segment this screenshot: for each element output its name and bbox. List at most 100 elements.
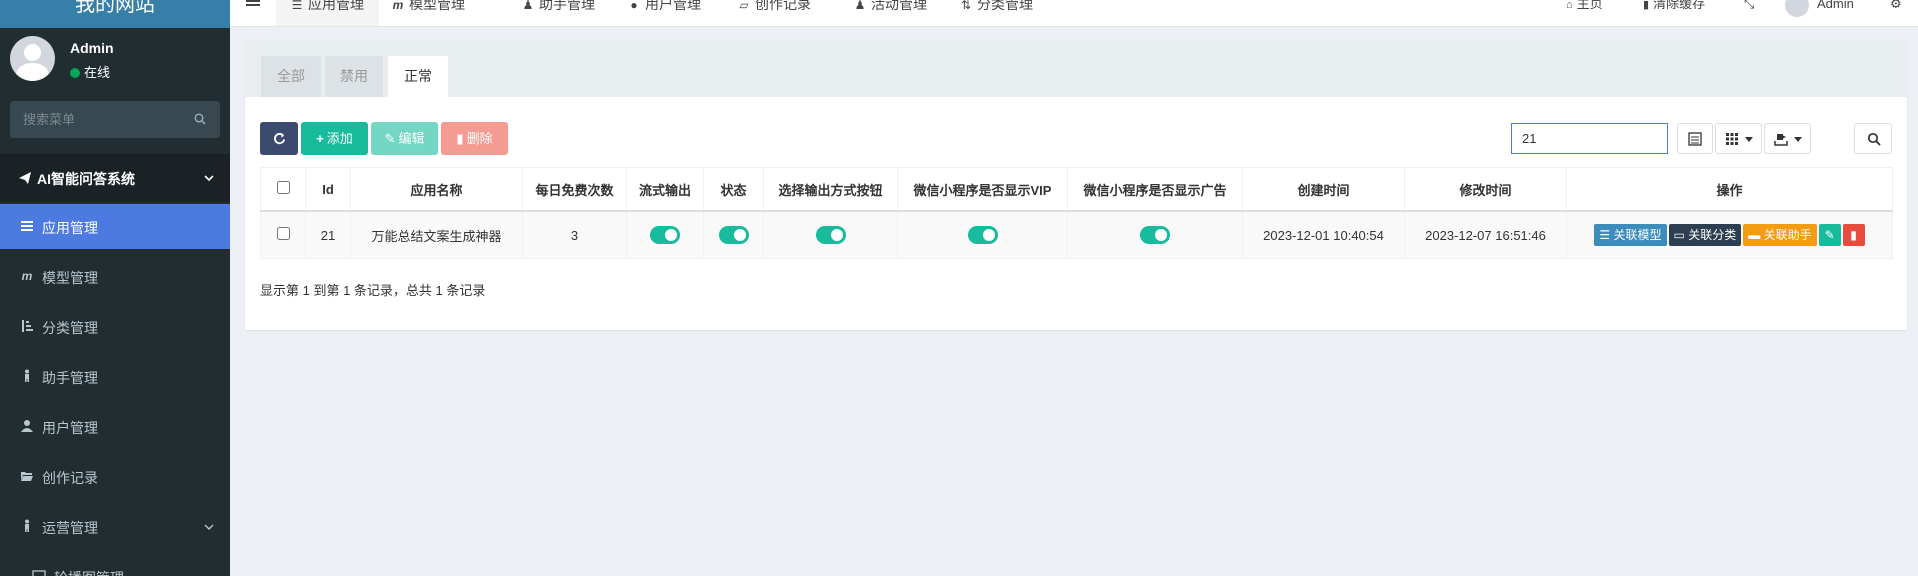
tab-creation-records[interactable]: ▱ 创作记录 xyxy=(726,0,823,26)
grid-icon xyxy=(1726,133,1738,145)
toggle-view-button[interactable] xyxy=(1677,123,1713,154)
user-icon: ● xyxy=(630,0,638,12)
sidebar-item-creation-records[interactable]: 创作记录 xyxy=(0,454,230,499)
output-button-toggle[interactable] xyxy=(815,226,846,244)
person-icon xyxy=(25,519,29,532)
fullscreen-icon[interactable]: ⤡ xyxy=(1744,0,1754,16)
image-icon xyxy=(32,570,46,576)
related-assistant-button[interactable]: ▬ 关联助手 xyxy=(1743,224,1817,246)
filter-tab-all[interactable]: 全部 xyxy=(261,56,321,97)
select-all-checkbox[interactable] xyxy=(276,181,290,194)
related-model-button[interactable]: ☰ 关联模型 xyxy=(1594,224,1667,246)
cell-updated: 2023-12-07 16:51:46 xyxy=(1404,210,1567,259)
search-icon xyxy=(1867,132,1881,146)
content-panel: 全部 禁用 正常 +添加 ✎编辑 ▮删除 Id 应用名称 每日免费次数 xyxy=(245,41,1907,330)
table-view-icon xyxy=(1688,132,1702,146)
status-toggle[interactable] xyxy=(718,226,749,244)
sidebar-search xyxy=(10,101,220,138)
row-edit-button[interactable]: ✎ xyxy=(1818,224,1841,246)
column-header-status[interactable]: 状态 xyxy=(703,167,764,212)
edit-button[interactable]: ✎ 编辑 xyxy=(371,122,438,155)
sidebar-item-model-management[interactable]: m 模型管理 xyxy=(0,254,230,299)
column-header-id[interactable]: Id xyxy=(305,167,351,212)
cell-stream xyxy=(626,210,704,259)
tab-assistant-management[interactable]: ♟ 助手管理 xyxy=(510,0,607,26)
top-navbar: ☰ 应用管理 m 模型管理 ♟ 助手管理 ● 用户管理 ▱ 创作记录 ♟ 活动管理 ⇅ 分类管… xyxy=(230,0,1918,27)
user-name: Admin xyxy=(70,40,114,56)
hamburger-icon[interactable] xyxy=(246,0,260,12)
cell-id: 21 xyxy=(305,210,351,259)
tab-user-management[interactable]: ● 用户管理 xyxy=(616,0,713,26)
export-dropdown-button[interactable] xyxy=(1764,123,1811,154)
cell-actions: ☰ 关联模型 ▭ 关联分类 ▬ 关联助手 ✎ ▮ xyxy=(1566,210,1893,259)
list-icon xyxy=(21,221,33,231)
cell-status xyxy=(703,210,764,259)
column-header-stream[interactable]: 流式输出 xyxy=(626,167,704,212)
column-header-actions: 操作 xyxy=(1566,167,1893,212)
search-icon[interactable] xyxy=(194,113,206,125)
filter-tabbar: 全部 禁用 正常 xyxy=(245,41,1907,97)
tab-model-management[interactable]: m 模型管理 xyxy=(380,0,477,26)
gear-icon[interactable]: ⚙ xyxy=(1890,0,1902,16)
column-header-created[interactable]: 创建时间 xyxy=(1242,167,1405,212)
sort-icon xyxy=(22,320,33,332)
trash-icon: ▮ xyxy=(1643,0,1650,11)
caret-down-icon xyxy=(1745,137,1753,142)
cell-output-button xyxy=(763,210,898,259)
stream-toggle[interactable] xyxy=(650,226,680,244)
clear-cache-button[interactable]: ▮ 清除缓存 xyxy=(1643,0,1705,17)
tab-activity-management[interactable]: ♟ 活动管理 xyxy=(842,0,939,26)
site-logo[interactable]: 我的网站 xyxy=(0,0,230,28)
row-checkbox[interactable] xyxy=(276,227,290,240)
columns-dropdown-button[interactable] xyxy=(1715,123,1762,154)
list-icon: ☰ xyxy=(1599,228,1611,242)
sidebar-item-operations-management[interactable]: 运营管理 xyxy=(0,504,230,549)
plus-icon: + xyxy=(316,131,324,146)
sidebar-item-app-management[interactable]: 应用管理 xyxy=(0,204,230,249)
folder-open-icon: ▱ xyxy=(739,0,749,12)
chevron-down-icon xyxy=(204,175,214,182)
chevron-down-icon xyxy=(204,524,214,530)
menu-search-input[interactable] xyxy=(10,101,180,138)
refresh-icon xyxy=(273,132,285,145)
show-vip-toggle[interactable] xyxy=(967,226,998,244)
column-header-show-ad[interactable]: 微信小程序是否显示广告 xyxy=(1067,167,1243,212)
sidebar-item-assistant-management[interactable]: 助手管理 xyxy=(0,354,230,399)
sidebar-item-category-management[interactable]: 分类管理 xyxy=(0,304,230,349)
add-button[interactable]: + 添加 xyxy=(301,122,368,155)
m-icon: m xyxy=(21,269,33,283)
related-category-button[interactable]: ▭ 关联分类 xyxy=(1668,224,1742,246)
sidebar: 我的网站 Admin 在线 AI智能问答系统 应用管理 m 模型管理 分类管理 … xyxy=(0,0,230,576)
sort-icon: ⇅ xyxy=(960,0,972,12)
show-ad-toggle[interactable] xyxy=(1140,226,1170,244)
cell-name: 万能总结文案生成神器 xyxy=(350,210,523,259)
cell-show-ad xyxy=(1067,210,1243,259)
column-header-updated[interactable]: 修改时间 xyxy=(1404,167,1567,212)
tab-app-management[interactable]: ☰ 应用管理 xyxy=(276,0,379,26)
admin-menu[interactable]: Admin xyxy=(1785,0,1854,17)
sidebar-item-carousel-management[interactable]: 轮播图管理 xyxy=(0,554,230,576)
person-icon: ♟ xyxy=(522,0,534,12)
column-header-show-vip[interactable]: 微信小程序是否显示VIP xyxy=(897,167,1068,212)
search-toggle-button[interactable] xyxy=(1854,123,1892,154)
home-link[interactable]: ⌂ 主页 xyxy=(1566,0,1603,17)
paper-plane-icon xyxy=(19,172,31,184)
refresh-button[interactable] xyxy=(260,122,298,155)
sidebar-item-user-management[interactable]: 用户管理 xyxy=(0,404,230,449)
column-header-name[interactable]: 应用名称 xyxy=(350,167,523,212)
column-header-output-button[interactable]: 选择输出方式按钮 xyxy=(763,167,898,212)
trash-icon: ▮ xyxy=(1850,228,1857,242)
menu-group-ai-system[interactable]: AI智能问答系统 xyxy=(0,154,230,202)
table-search-input[interactable] xyxy=(1511,123,1668,154)
filter-tab-disabled[interactable]: 禁用 xyxy=(325,56,383,97)
row-delete-button[interactable]: ▮ xyxy=(1842,224,1865,246)
column-header-free-times[interactable]: 每日免费次数 xyxy=(522,167,627,212)
tab-category-management[interactable]: ⇅ 分类管理 xyxy=(948,0,1045,26)
table-row[interactable]: 21 万能总结文案生成神器 3 2023-12-01 10:40:54 2023… xyxy=(260,210,1893,259)
filter-tab-normal[interactable]: 正常 xyxy=(388,56,448,97)
list-icon: ☰ xyxy=(291,0,303,12)
delete-button[interactable]: ▮ 删除 xyxy=(441,122,508,155)
cell-show-vip xyxy=(897,210,1068,259)
avatar xyxy=(10,36,55,81)
folder-icon: ▬ xyxy=(1748,228,1761,242)
